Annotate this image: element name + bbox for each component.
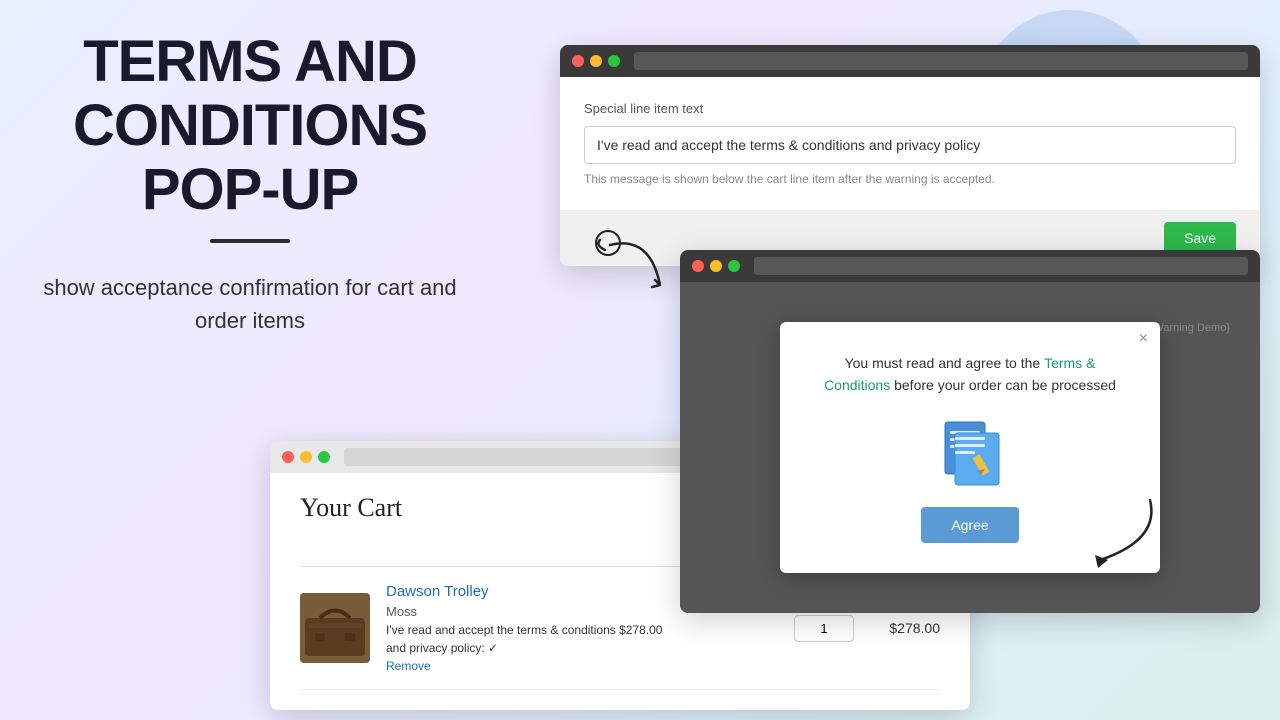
subtitle: show acceptance confirmation for cart an… bbox=[40, 271, 460, 337]
modal-dot-red[interactable] bbox=[692, 260, 704, 272]
popup-text: You must read and agree to the Terms & C… bbox=[810, 352, 1130, 397]
settings-titlebar bbox=[560, 45, 1260, 77]
title-line1: TERMS AND bbox=[83, 29, 417, 94]
title-line3: POP-UP bbox=[142, 157, 358, 222]
popup-close-button[interactable]: × bbox=[1139, 330, 1148, 348]
product-remove-link[interactable]: Remove bbox=[386, 659, 778, 673]
settings-label: Special line item text bbox=[584, 101, 1236, 116]
modal-dot-green[interactable] bbox=[728, 260, 740, 272]
terms-document-icon bbox=[935, 417, 1005, 487]
titlebar-dot-red[interactable] bbox=[572, 55, 584, 67]
arrow-settings-to-modal bbox=[590, 225, 690, 325]
title-underline bbox=[210, 239, 290, 243]
arrow-modal-to-cart bbox=[1060, 470, 1180, 590]
settings-address-bar bbox=[634, 52, 1248, 70]
title-line2: CONDITIONS bbox=[73, 93, 427, 158]
titlebar-dot-green[interactable] bbox=[608, 55, 620, 67]
modal-titlebar bbox=[680, 250, 1260, 282]
settings-hint: This message is shown below the cart lin… bbox=[584, 172, 1236, 186]
modal-dot-yellow[interactable] bbox=[710, 260, 722, 272]
product-image bbox=[300, 593, 370, 663]
modal-address-bar bbox=[754, 257, 1248, 275]
cart-dot-green[interactable] bbox=[318, 451, 330, 463]
product-terms-text2: and privacy policy: ✓ bbox=[386, 641, 778, 655]
product-terms-text: I've read and accept the terms & conditi… bbox=[386, 623, 778, 637]
main-title: TERMS AND CONDITIONS POP-UP bbox=[73, 30, 427, 221]
popup-text-after-link: before your order can be processed bbox=[890, 377, 1116, 393]
titlebar-dot-yellow[interactable] bbox=[590, 55, 602, 67]
cart-dot-red[interactable] bbox=[282, 451, 294, 463]
popup-text-before-link: You must read and agree to the bbox=[845, 355, 1045, 371]
cart-item-price: $278.00 bbox=[870, 620, 940, 636]
settings-content: Special line item text This message is s… bbox=[560, 77, 1260, 210]
settings-input[interactable] bbox=[584, 126, 1236, 164]
cart-dot-yellow[interactable] bbox=[300, 451, 312, 463]
agree-button[interactable]: Agree bbox=[921, 507, 1018, 543]
quantity-input[interactable] bbox=[794, 615, 854, 642]
